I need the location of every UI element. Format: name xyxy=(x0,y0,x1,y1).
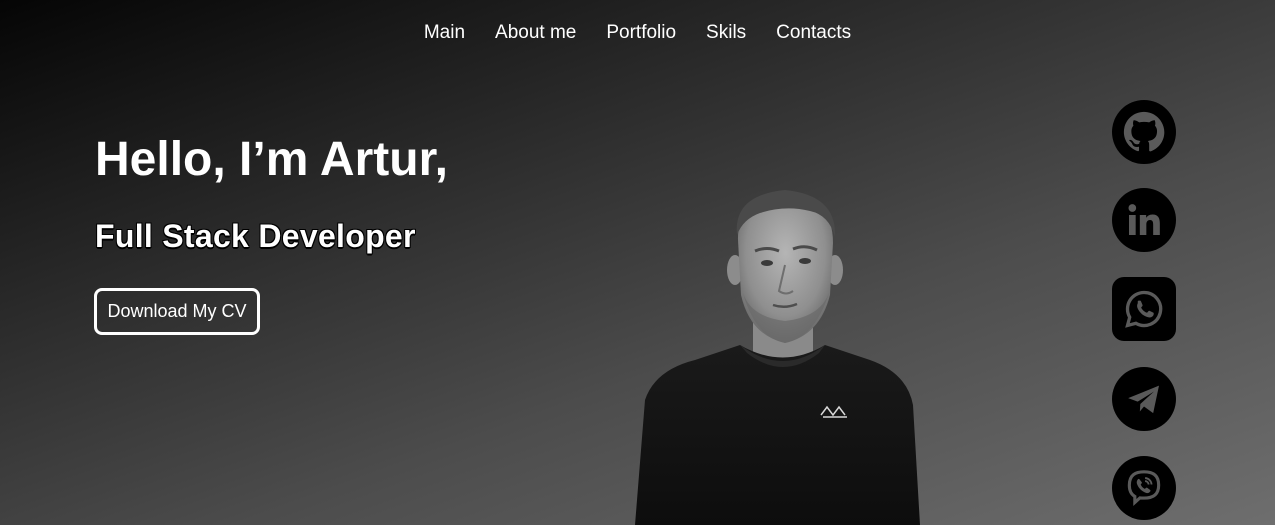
nav-item-contacts[interactable]: Contacts xyxy=(776,22,851,44)
github-icon xyxy=(1123,111,1165,152)
telegram-icon xyxy=(1128,385,1159,414)
nav-item-main[interactable]: Main xyxy=(424,22,465,44)
main-nav: Main About me Portfolio Skils Contacts xyxy=(0,22,1275,44)
github-link[interactable] xyxy=(1112,100,1176,164)
profile-photo xyxy=(635,190,920,525)
hero-title: Hello, I’m Artur, xyxy=(95,133,448,186)
whatsapp-link[interactable] xyxy=(1112,277,1176,341)
linkedin-icon xyxy=(1128,204,1160,235)
nav-item-skills[interactable]: Skils xyxy=(706,22,746,44)
nav-item-about-me[interactable]: About me xyxy=(495,22,576,44)
telegram-link[interactable] xyxy=(1112,367,1176,431)
whatsapp-icon xyxy=(1125,290,1163,328)
viber-link[interactable] xyxy=(1112,456,1176,520)
viber-icon xyxy=(1127,470,1161,506)
download-cv-button[interactable]: Download My CV xyxy=(94,288,260,335)
nav-item-portfolio[interactable]: Portfolio xyxy=(606,22,676,44)
hero-subtitle: Full Stack Developer xyxy=(95,218,416,255)
linkedin-link[interactable] xyxy=(1112,188,1176,252)
